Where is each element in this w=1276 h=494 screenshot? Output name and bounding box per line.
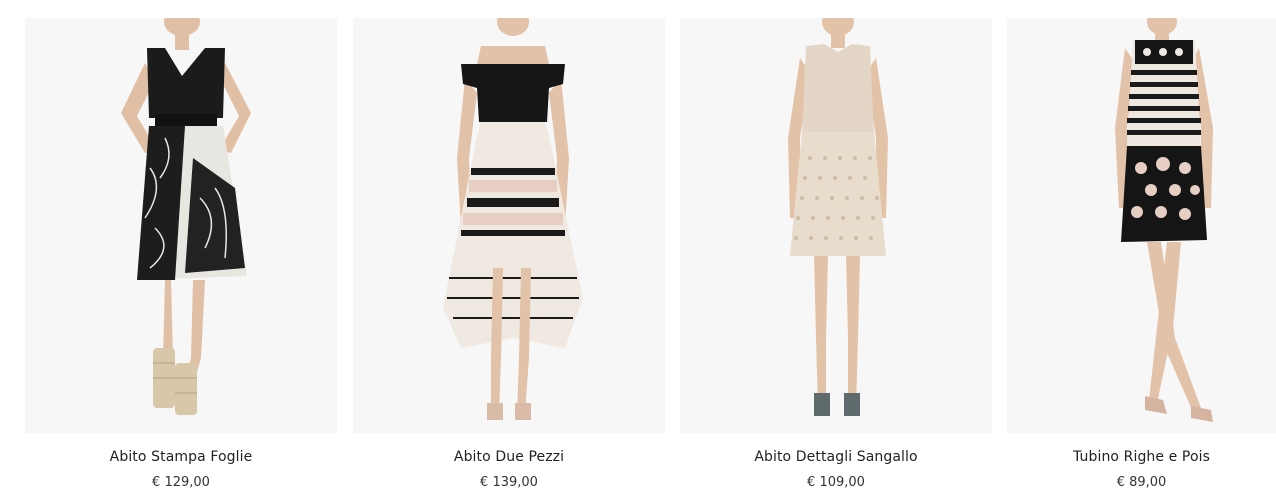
product-name[interactable]: Abito Dettagli Sangallo	[680, 449, 992, 465]
product-name[interactable]: Abito Stampa Foglie	[25, 449, 337, 465]
product-name[interactable]: Abito Due Pezzi	[353, 449, 665, 465]
product-price: € 129,00	[152, 475, 210, 490]
dress-sangallo-image	[680, 18, 992, 433]
product-card[interactable]: Tubino Righe e Pois € 89,00	[1007, 18, 1276, 490]
product-price: € 89,00	[1116, 475, 1167, 490]
product-image[interactable]	[353, 18, 665, 433]
dress-two-piece-image	[353, 18, 665, 433]
product-image[interactable]	[1007, 18, 1276, 433]
product-image[interactable]	[680, 18, 992, 433]
dress-stripes-dots-image	[1007, 18, 1276, 433]
product-name[interactable]: Tubino Righe e Pois	[1007, 449, 1276, 465]
dress-leaf-print-image	[25, 18, 337, 433]
product-grid: Abito Stampa Foglie € 129,00 Abito Due P…	[0, 0, 1276, 494]
product-card[interactable]: Abito Due Pezzi € 139,00	[353, 18, 665, 490]
product-card[interactable]: Abito Dettagli Sangallo € 109,00	[680, 18, 992, 490]
product-price: € 109,00	[807, 475, 865, 490]
product-price: € 139,00	[480, 475, 538, 490]
product-image[interactable]	[25, 18, 337, 433]
product-card[interactable]: Abito Stampa Foglie € 129,00	[25, 18, 337, 490]
